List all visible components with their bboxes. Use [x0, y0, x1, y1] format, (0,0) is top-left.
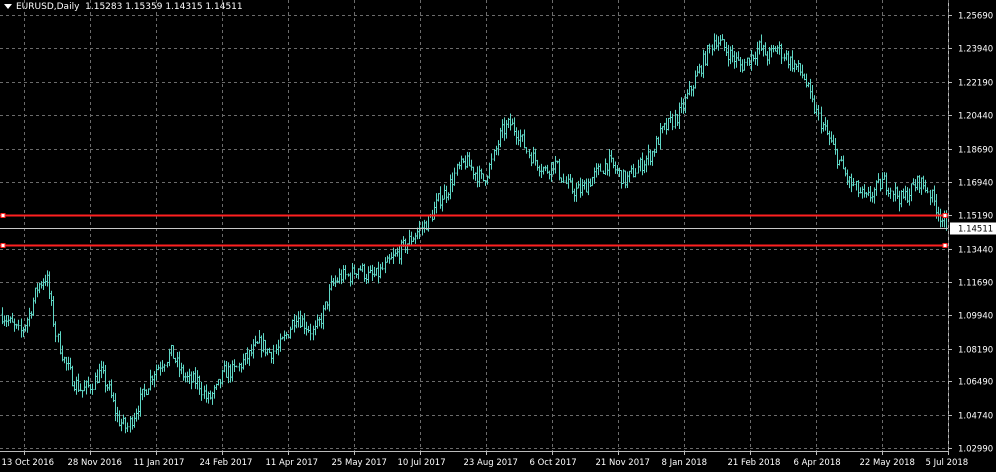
level-handle-left[interactable]	[0, 243, 6, 248]
level-handle-right[interactable]	[942, 243, 948, 248]
y-tick-label: 1.11690	[958, 279, 993, 289]
x-tick-label: 21 Feb 2018	[728, 458, 781, 468]
x-tick-label: 5 Jul 2018	[926, 458, 969, 468]
y-tick-label: 1.06490	[958, 378, 993, 388]
x-tick-label: 11 Apr 2017	[266, 458, 319, 468]
x-tick-label: 21 Nov 2017	[596, 458, 650, 468]
x-tick-label: 6 Oct 2017	[530, 458, 577, 468]
y-tick-label: 1.04740	[958, 412, 993, 422]
y-tick-label: 1.22190	[958, 79, 993, 89]
y-tick-label: 1.18690	[958, 146, 993, 156]
x-tick-label: 10 Jul 2017	[398, 458, 446, 468]
level-handle-right[interactable]	[942, 213, 948, 218]
horizontal-levels[interactable]	[0, 213, 948, 248]
y-tick-label: 1.15190	[958, 212, 993, 222]
current-price-label: 1.14511	[958, 225, 993, 235]
x-tick-label: 25 May 2017	[332, 458, 387, 468]
x-tick-label: 23 Aug 2017	[464, 458, 518, 468]
time-axis: 13 Oct 2016 28 Nov 2016 11 Jan 2017 24 Feb …	[2, 451, 969, 468]
x-tick-label: 6 Apr 2018	[794, 458, 841, 468]
x-tick-label: 22 May 2018	[860, 458, 915, 468]
y-tick-label: 1.23940	[958, 45, 993, 55]
y-tick-label: 1.20440	[958, 112, 993, 122]
y-tick-label: 1.25690	[958, 12, 993, 22]
price-chart[interactable]: 1.25690 1.23940 1.22190 1.20440 1.18690 1.169…	[0, 0, 996, 472]
y-tick-label: 1.09940	[958, 312, 993, 322]
x-tick-label: 11 Jan 2017	[134, 458, 185, 468]
x-tick-label: 13 Oct 2016	[2, 458, 55, 468]
y-tick-label: 1.13440	[958, 246, 993, 256]
candle-series	[1, 33, 948, 434]
chart-grid	[0, 0, 949, 452]
y-tick-label: 1.16940	[958, 179, 993, 189]
x-tick-label: 24 Feb 2017	[200, 458, 253, 468]
price-axis: 1.25690 1.23940 1.22190 1.20440 1.18690 1.169…	[948, 12, 996, 455]
x-tick-label: 8 Jan 2018	[662, 458, 708, 468]
level-handle-left[interactable]	[0, 213, 6, 218]
y-tick-label: 1.02990	[958, 445, 993, 455]
x-tick-label: 28 Nov 2016	[68, 458, 122, 468]
y-tick-label: 1.08190	[958, 346, 993, 356]
